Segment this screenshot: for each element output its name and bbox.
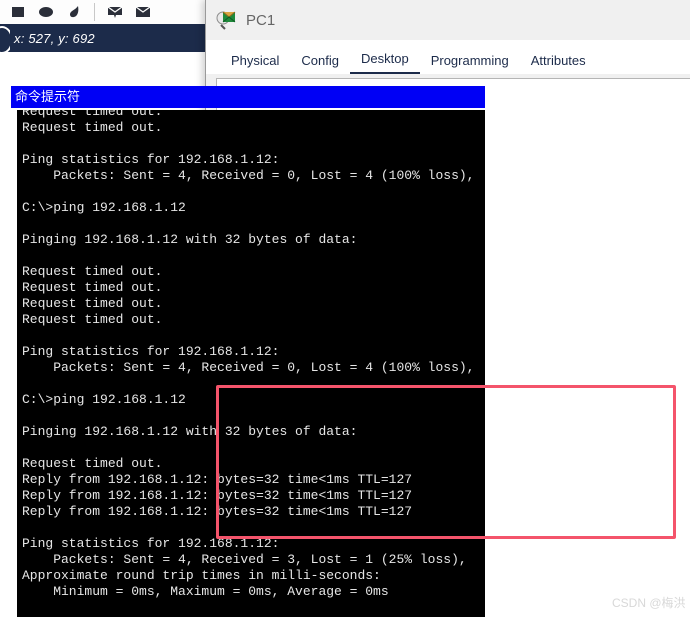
freeform-tool-icon[interactable] [64, 2, 84, 22]
terminal-line: Request timed out. [22, 120, 163, 135]
terminal-line: Request timed out. [22, 110, 163, 119]
drawing-toolbar [0, 0, 207, 24]
terminal-line: Reply from 192.168.1.12: bytes=32 time<1… [22, 488, 413, 503]
terminal-line: Ping statistics for 192.168.1.12: [22, 152, 280, 167]
terminal-line: Ping statistics for 192.168.1.12: [22, 344, 280, 359]
terminal-line: Request timed out. [22, 264, 163, 279]
terminal-line: Reply from 192.168.1.12: bytes=32 time<1… [22, 504, 413, 519]
tab-config[interactable]: Config [290, 53, 350, 74]
terminal-line: Request timed out. [22, 280, 163, 295]
terminal-line: Request timed out. [22, 312, 163, 327]
terminal-line: Request timed out. [22, 296, 163, 311]
terminal-line: Reply from 192.168.1.12: bytes=32 time<1… [22, 472, 413, 487]
packet-tracer-logo-icon [216, 11, 236, 30]
ellipse-tool-icon[interactable] [36, 2, 56, 22]
terminal-line: Minimum = 0ms, Maximum = 0ms, Average = … [22, 584, 389, 599]
csdn-watermark: CSDN @梅洪 [612, 596, 686, 610]
window-title-text: PC1 [246, 11, 276, 29]
status-arc-decoration [0, 24, 10, 52]
terminal-line: Approximate round trip times in milli-se… [22, 568, 381, 583]
terminal-line: Packets: Sent = 4, Received = 0, Lost = … [22, 168, 475, 183]
tab-physical[interactable]: Physical [220, 53, 290, 74]
tab-desktop[interactable]: Desktop [350, 51, 420, 74]
command-prompt-header: 命令提示符 [11, 86, 485, 108]
envelope-complex-icon[interactable] [133, 2, 153, 22]
terminal-line: C:\>ping 192.168.1.12 [22, 392, 186, 407]
terminal-line: Request timed out. [22, 456, 163, 471]
toolbar-divider [94, 3, 95, 21]
cursor-coordinates: x: 527, y: 692 [14, 30, 95, 46]
rectangle-tool-icon[interactable] [8, 2, 28, 22]
envelope-simple-icon[interactable] [105, 2, 125, 22]
tab-programming[interactable]: Programming [420, 53, 520, 74]
terminal-output: Request timed out. Request timed out. Pin… [22, 110, 485, 600]
window-titlebar[interactable]: PC1 [206, 0, 690, 40]
terminal-line: C:\>ping 192.168.1.12 [22, 200, 186, 215]
terminal-line: Pinging 192.168.1.12 with 32 bytes of da… [22, 232, 358, 247]
tab-attributes[interactable]: Attributes [520, 53, 597, 74]
terminal-line: Pinging 192.168.1.12 with 32 bytes of da… [22, 424, 358, 439]
command-prompt-terminal[interactable]: Request timed out. Request timed out. Pin… [17, 110, 485, 617]
terminal-line: Packets: Sent = 4, Received = 3, Lost = … [22, 552, 467, 567]
terminal-line: Packets: Sent = 4, Received = 0, Lost = … [22, 360, 475, 375]
device-tab-strip[interactable]: Physical Config Desktop Programming Attr… [206, 40, 690, 74]
terminal-line: Ping statistics for 192.168.1.12: [22, 536, 280, 551]
status-bar: x: 527, y: 692 [0, 24, 207, 52]
